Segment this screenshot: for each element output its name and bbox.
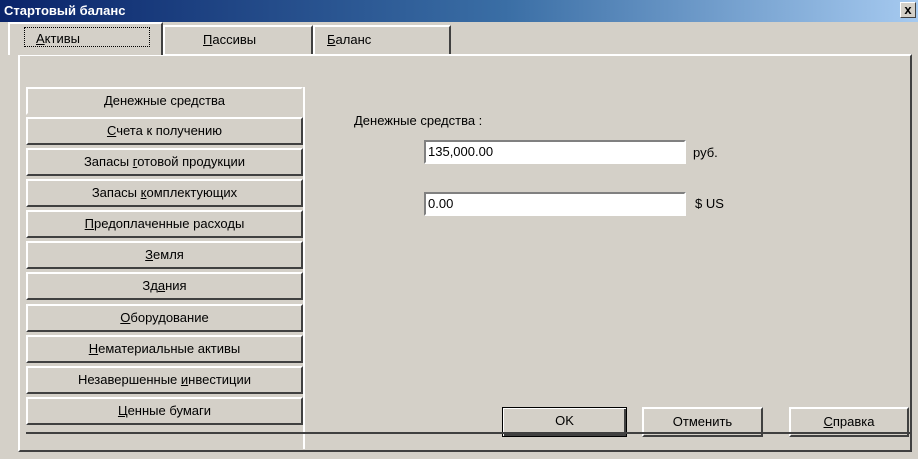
sidebar-item-equipment[interactable]: Оборудование bbox=[26, 304, 303, 332]
tab-liabilities[interactable]: Пассивы bbox=[163, 25, 313, 54]
sidebar-item-buildings[interactable]: Здания bbox=[26, 272, 303, 300]
sidebar-item-receivables[interactable]: Счета к получению bbox=[26, 117, 303, 145]
tab-assets-label: Активы bbox=[36, 31, 80, 46]
tab-assets[interactable]: Активы bbox=[8, 22, 163, 55]
tab-liabilities-label: Пассивы bbox=[203, 32, 257, 47]
sidebar-divider bbox=[303, 87, 305, 449]
usd-amount-input[interactable]: 0.00 bbox=[424, 192, 686, 216]
sidebar-item-cash[interactable]: Денежные средства bbox=[26, 87, 303, 115]
tab-balance-label: Баланс bbox=[327, 32, 372, 47]
sidebar-item-land[interactable]: Земля bbox=[26, 241, 303, 269]
sidebar-item-prepaid[interactable]: Предоплаченные расходы bbox=[26, 210, 303, 238]
usd-unit-label: $ US bbox=[695, 196, 724, 211]
sidebar-item-securities[interactable]: Ценные бумаги bbox=[26, 397, 303, 425]
sidebar-item-finished-goods[interactable]: Запасы готовой продукции bbox=[26, 148, 303, 176]
sidebar-item-components[interactable]: Запасы комплектующих bbox=[26, 179, 303, 207]
sidebar-item-intangibles[interactable]: Нематериальные активы bbox=[26, 335, 303, 363]
bottom-divider bbox=[26, 432, 910, 434]
window-title: Стартовый баланс bbox=[4, 3, 126, 18]
close-button[interactable]: x bbox=[900, 2, 916, 18]
field-label: Денежные средства : bbox=[354, 113, 483, 128]
rub-amount-input[interactable]: 135,000.00 bbox=[424, 140, 686, 164]
dialog-window: Стартовый баланс x Активы Пассивы Баланс… bbox=[0, 0, 918, 459]
tab-balance[interactable]: Баланс bbox=[313, 25, 451, 54]
rub-unit-label: руб. bbox=[693, 145, 718, 160]
title-bar[interactable]: Стартовый баланс x bbox=[0, 0, 918, 22]
sidebar-item-investments[interactable]: Незавершенные инвестиции bbox=[26, 366, 303, 394]
